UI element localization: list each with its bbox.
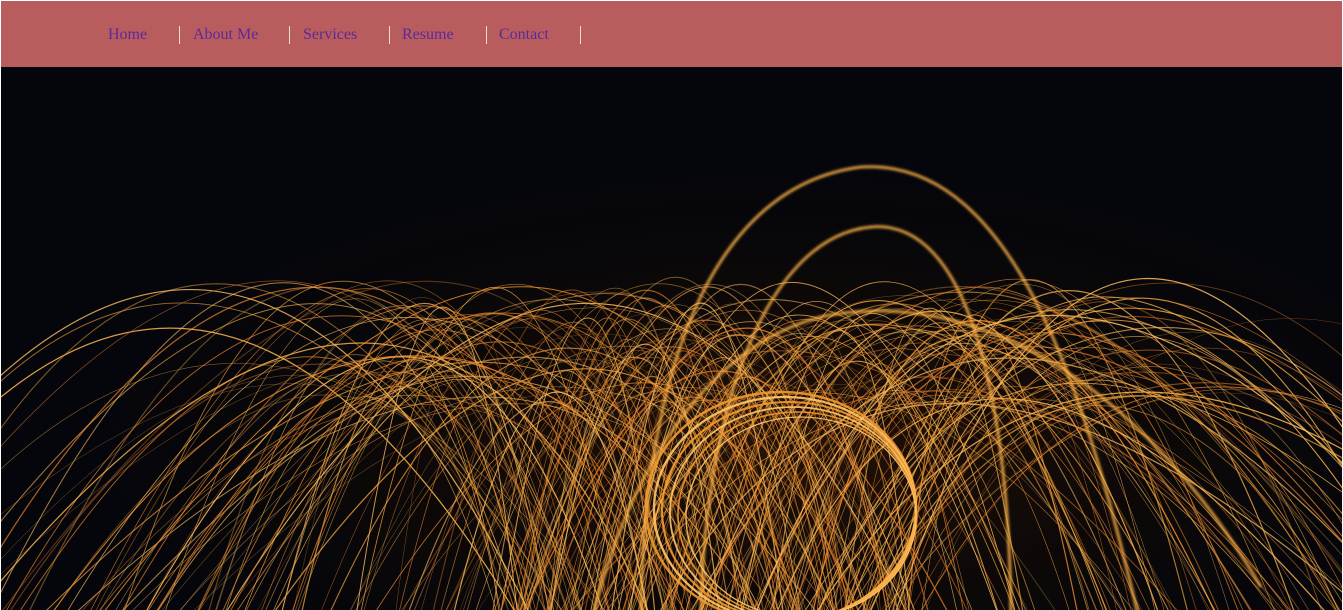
nav-separator [486,26,487,44]
nav-separator [389,26,390,44]
spark-trails-image [1,67,1342,610]
nav-link-resume[interactable]: Resume [402,25,454,45]
page: Home About Me Services Resume Contact [0,0,1343,610]
hero-banner [1,67,1342,610]
nav-link-services[interactable]: Services [303,25,357,45]
nav-separator [580,26,581,44]
nav-link-contact[interactable]: Contact [499,25,549,45]
nav-link-about-me[interactable]: About Me [193,25,258,45]
nav-separator [289,26,290,44]
top-navbar: Home About Me Services Resume Contact [1,1,1342,67]
nav-separator [179,26,180,44]
nav-link-home[interactable]: Home [108,25,147,45]
